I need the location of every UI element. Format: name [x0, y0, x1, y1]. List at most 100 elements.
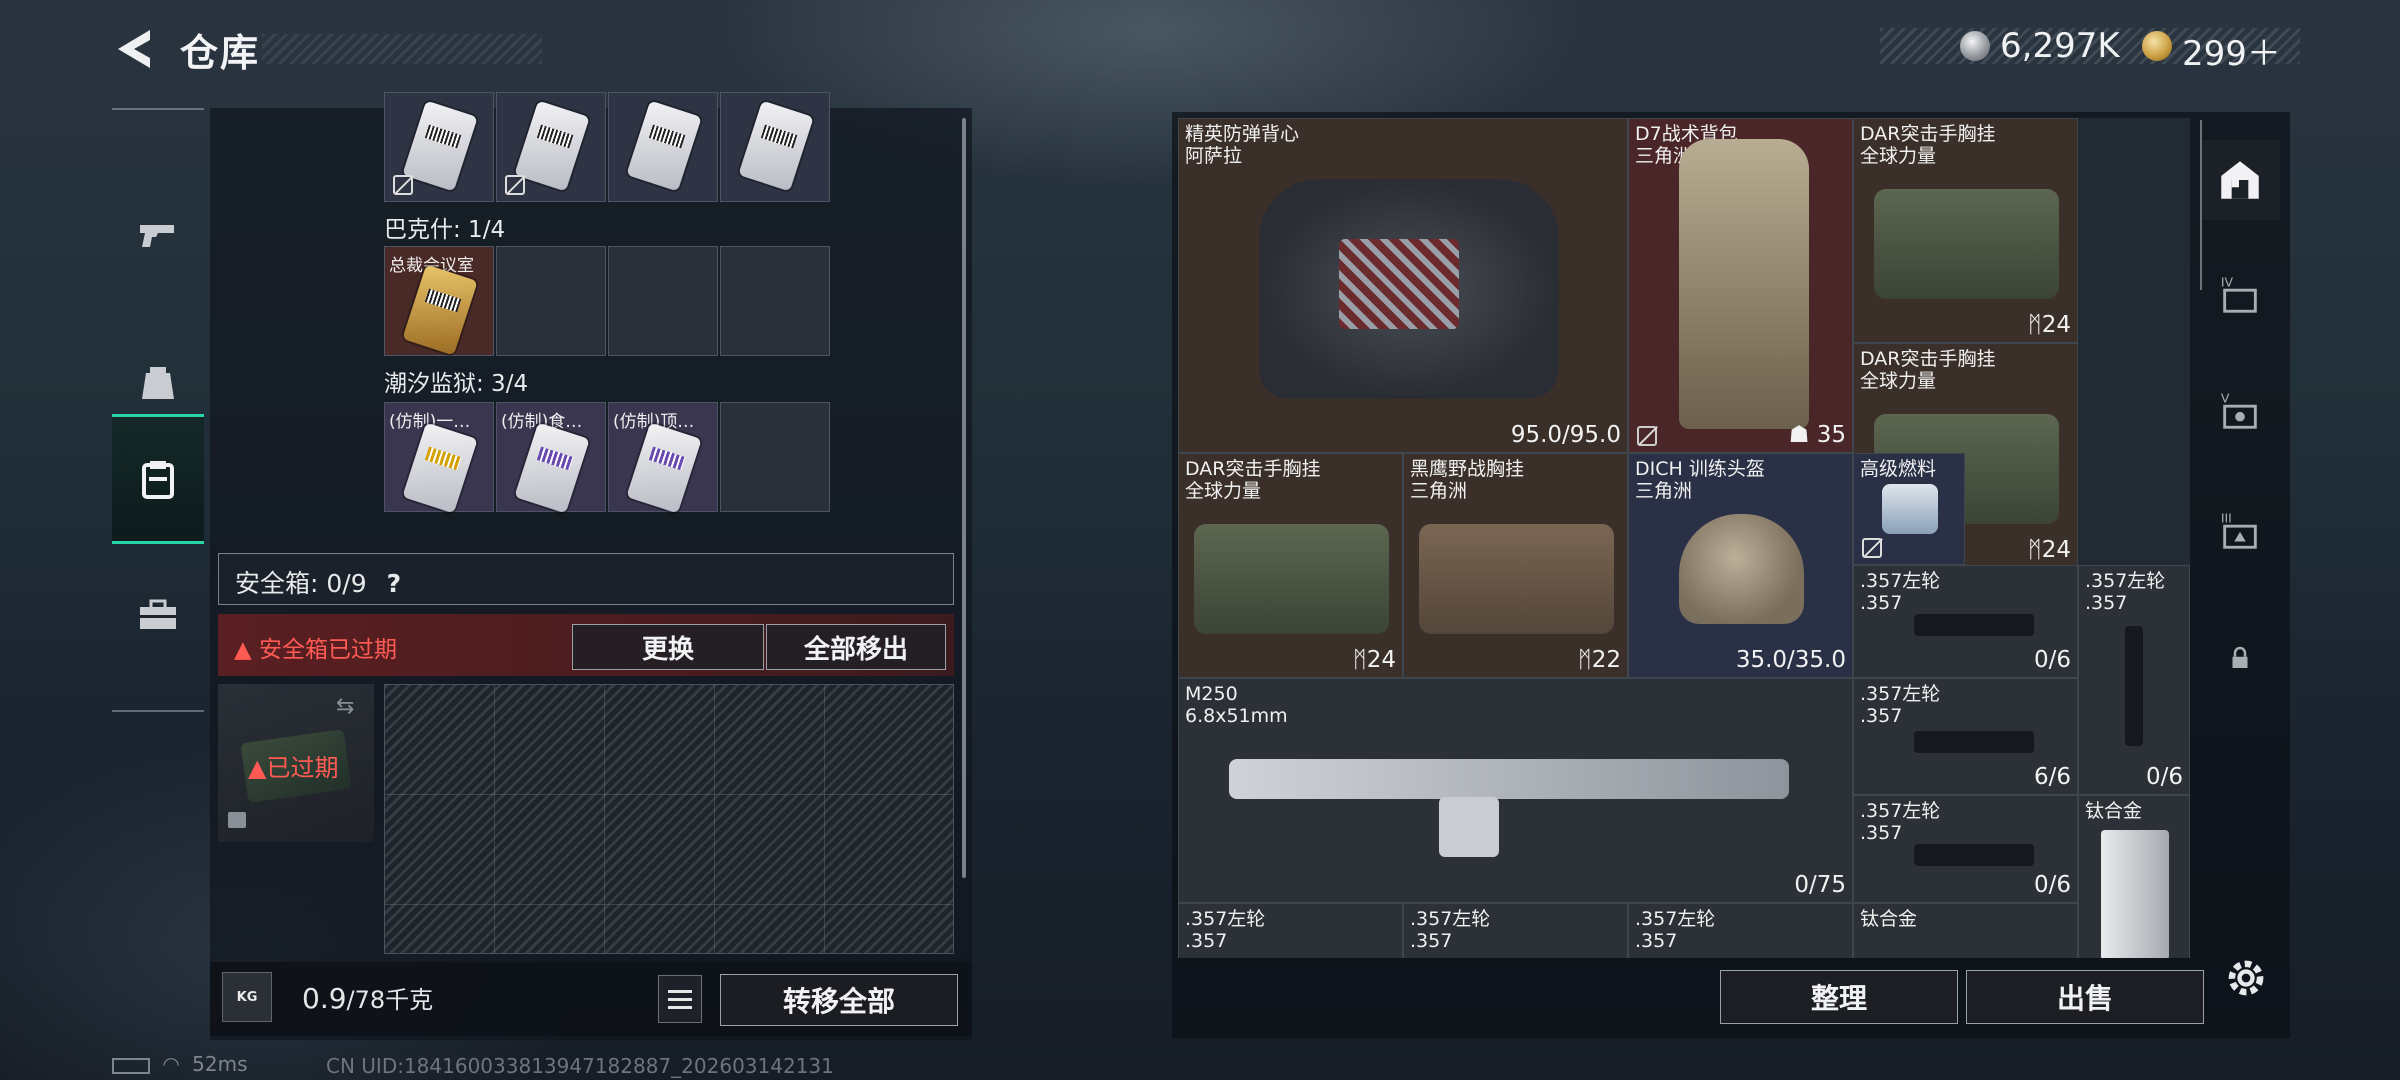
- item-chest-rig[interactable]: DAR突击手胸挂 全球力量 ᛗ24: [1178, 453, 1403, 678]
- revolver-image: [1914, 844, 2034, 866]
- item-revolver[interactable]: .357左轮 .357: [1178, 903, 1403, 958]
- item-machine-gun[interactable]: M250 6.8x51mm 0/75: [1178, 678, 1853, 903]
- storage-icon: [2221, 161, 2259, 199]
- remove-all-button[interactable]: 全部移出: [766, 624, 946, 670]
- replace-button[interactable]: 更换: [572, 624, 764, 670]
- tab-warehouse-3[interactable]: III: [2200, 490, 2280, 570]
- tab-locked[interactable]: [2200, 618, 2280, 698]
- scrollbar[interactable]: [962, 118, 966, 878]
- chest-rig-image: [1419, 524, 1614, 634]
- item-vest[interactable]: 精英防弹背心 阿萨拉 95.0/95.0: [1178, 118, 1628, 453]
- expired-warning: ▲ 安全箱已过期: [234, 637, 398, 663]
- backpack-icon: [142, 367, 174, 399]
- rig-capacity: ᛗ24: [1352, 647, 1396, 673]
- nav-containers[interactable]: [112, 414, 204, 544]
- tab-warehouse-5[interactable]: V: [2200, 370, 2280, 450]
- titanium-image: [2101, 830, 2169, 958]
- warning-icon: ▲: [234, 637, 252, 663]
- key-slot[interactable]: [608, 92, 718, 202]
- swap-icon: ⇆: [336, 694, 355, 719]
- key-slot-empty[interactable]: [720, 402, 830, 512]
- item-revolver[interactable]: .357左轮 .357 0/6: [2078, 565, 2190, 795]
- svg-text:V: V: [2221, 390, 2230, 405]
- ping-readout: 52ms: [192, 1052, 248, 1076]
- key-slot-empty[interactable]: [608, 246, 718, 356]
- container-icon: [142, 461, 174, 499]
- title-decoration: [262, 34, 542, 64]
- gold-coin-icon: [2142, 31, 2172, 61]
- uid-text: CN UID:18416003381394718​2887_2026031421…: [326, 1054, 834, 1078]
- helmet-image: [1679, 514, 1804, 624]
- key-slot[interactable]: (仿制)顶…: [608, 402, 718, 514]
- key-group-title: 巴克什: 1/4: [384, 217, 506, 243]
- chest-rig-image: [1194, 524, 1389, 634]
- safebox-capacity: 安全箱: 0/9: [235, 569, 367, 598]
- safebox-grid[interactable]: [384, 684, 954, 954]
- key-slot[interactable]: [384, 92, 494, 202]
- item-chest-rig[interactable]: DAR突击手胸挂 全球力量 ᛗ24: [1853, 118, 2078, 343]
- silver-coin-icon: [1960, 31, 1990, 61]
- warehouse-iii-icon: III: [2221, 510, 2257, 549]
- case-expired-label: ▲已过期: [248, 754, 339, 782]
- m250-image: [1229, 759, 1789, 799]
- currency-gold-amount[interactable]: 299＋: [2182, 26, 2281, 75]
- key-slot[interactable]: [720, 92, 830, 202]
- item-backpack[interactable]: D7战术背包 三角洲 ☗ 35: [1628, 118, 1853, 453]
- safebox-header: 安全箱: 0/9 ?: [218, 553, 954, 605]
- item-revolver[interactable]: .357左轮 .357 0/6: [1853, 795, 2078, 903]
- rig-capacity: ᛗ24: [2027, 537, 2071, 563]
- svg-text:III: III: [2221, 510, 2232, 525]
- transfer-all-button[interactable]: 转移全部: [720, 974, 958, 1026]
- nav-weapons[interactable]: [112, 170, 204, 300]
- key-slot[interactable]: (仿制)食…: [496, 402, 606, 514]
- item-helmet[interactable]: DICH 训练头盔 三角洲 35.0/35.0: [1628, 453, 1853, 678]
- key-slot-empty[interactable]: [496, 246, 606, 356]
- stash-grid: 精英防弹背心 阿萨拉 95.0/95.0 D7战术背包 三角洲 ☗ 35 DAR…: [1178, 118, 2190, 958]
- lock-icon: [2232, 646, 2248, 668]
- item-revolver[interactable]: .357左轮 .357: [1628, 903, 1853, 958]
- key-slot[interactable]: [496, 92, 606, 202]
- rig-capacity: ᛗ24: [2027, 312, 2071, 338]
- no-insure-icon: [505, 175, 525, 195]
- tab-scrollbar[interactable]: [2200, 120, 2202, 290]
- settings-gear-icon[interactable]: [2220, 952, 2272, 1004]
- key-slot[interactable]: (仿制)一…: [384, 402, 494, 514]
- key-slot-empty[interactable]: [720, 246, 830, 356]
- weight-kg-icon: KG: [222, 972, 272, 1022]
- item-revolver[interactable]: .357左轮 .357 0/6: [1853, 565, 2078, 678]
- item-revolver[interactable]: .357左轮 .357: [1403, 903, 1628, 958]
- backpack-image: [1679, 139, 1809, 429]
- bag-icon: ☗: [1788, 422, 1810, 448]
- revolver-image: [1914, 614, 2034, 636]
- back-button[interactable]: [112, 26, 156, 72]
- vest-pattern: [1339, 239, 1459, 329]
- wifi-icon: ◠: [162, 1052, 180, 1076]
- rig-icon: ᛗ: [2027, 537, 2042, 563]
- chest-rig-image: [1874, 189, 2059, 299]
- item-fuel[interactable]: 高级燃料: [1853, 453, 1965, 565]
- tab-warehouse-4[interactable]: IV: [2200, 254, 2280, 334]
- battery-icon: [112, 1057, 150, 1074]
- nav-toolbox[interactable]: [112, 550, 204, 680]
- item-titanium[interactable]: 钛合金: [1853, 903, 2078, 958]
- revolver-image: [1914, 731, 2034, 753]
- status-bar: ◠ 52ms: [112, 1052, 248, 1076]
- rig-icon: ᛗ: [1352, 647, 1367, 673]
- list-view-button[interactable]: [658, 975, 702, 1023]
- item-chest-rig[interactable]: 黑鹰野战胸挂 三角洲 ᛗ22: [1403, 453, 1628, 678]
- item-titanium[interactable]: 钛合金: [2078, 795, 2190, 958]
- key-group-title: 潮汐监狱: 3/4: [384, 371, 529, 397]
- key-slot[interactable]: 总裁会议室: [384, 246, 494, 356]
- item-revolver[interactable]: .357左轮 .357 6/6: [1853, 678, 2078, 795]
- no-insure-icon: [393, 175, 413, 195]
- page-title: 仓库: [180, 31, 261, 75]
- sort-button[interactable]: 整理: [1720, 970, 1958, 1024]
- help-icon[interactable]: ?: [387, 569, 402, 598]
- tab-storage[interactable]: [2200, 140, 2280, 220]
- backpack-capacity: ☗ 35: [1788, 422, 1846, 448]
- rig-capacity: ᛗ22: [1577, 647, 1621, 673]
- sell-button[interactable]: 出售: [1966, 970, 2204, 1024]
- m250-magazine: [1439, 797, 1499, 857]
- warehouse-v-icon: V: [2221, 390, 2257, 429]
- back-arrow-icon: [118, 30, 150, 68]
